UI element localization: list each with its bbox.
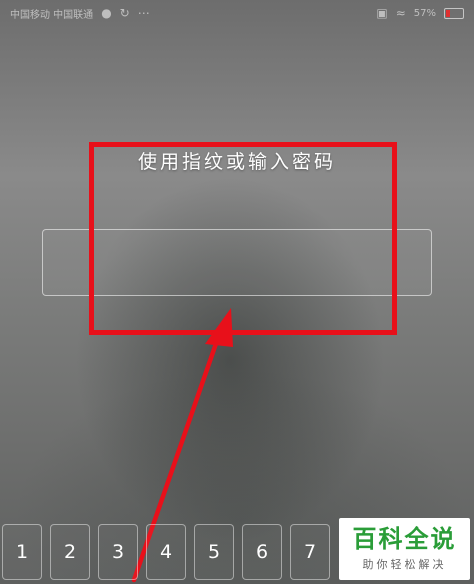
watermark-title: 百科全说: [352, 524, 457, 553]
key-3[interactable]: 3: [98, 524, 138, 580]
annotation-arrow-head: [205, 308, 233, 347]
watermark-subtitle: 助你轻松解决: [362, 557, 447, 571]
mute-icon: ▣: [376, 6, 388, 20]
battery-percent: 57%: [413, 7, 436, 19]
key-7[interactable]: 7: [290, 524, 330, 580]
key-5[interactable]: 5: [194, 524, 234, 580]
key-1[interactable]: 1: [2, 524, 42, 580]
wechat-icon: ●: [101, 6, 112, 20]
carrier-text: 中国移动 中国联通: [10, 9, 94, 21]
status-right: ▣ ≈ 57%: [376, 7, 464, 19]
key-6[interactable]: 6: [242, 524, 282, 580]
unlock-prompt: 使用指纹或输入密码: [137, 151, 336, 173]
watermark-logo: 百科全说 助你轻松解决: [339, 518, 470, 580]
battery-icon: [444, 7, 464, 19]
key-4[interactable]: 4: [146, 524, 186, 580]
key-2[interactable]: 2: [50, 524, 90, 580]
refresh-icon: ↻: [119, 6, 130, 20]
more-icon: ⋯: [137, 6, 150, 20]
password-input-box[interactable]: [42, 229, 432, 296]
status-left: 中国移动 中国联通 ● ↻ ⋯: [10, 6, 150, 21]
wifi-icon: ≈: [395, 6, 406, 20]
status-bar: 中国移动 中国联通 ● ↻ ⋯ ▣ ≈ 57%: [0, 0, 474, 26]
